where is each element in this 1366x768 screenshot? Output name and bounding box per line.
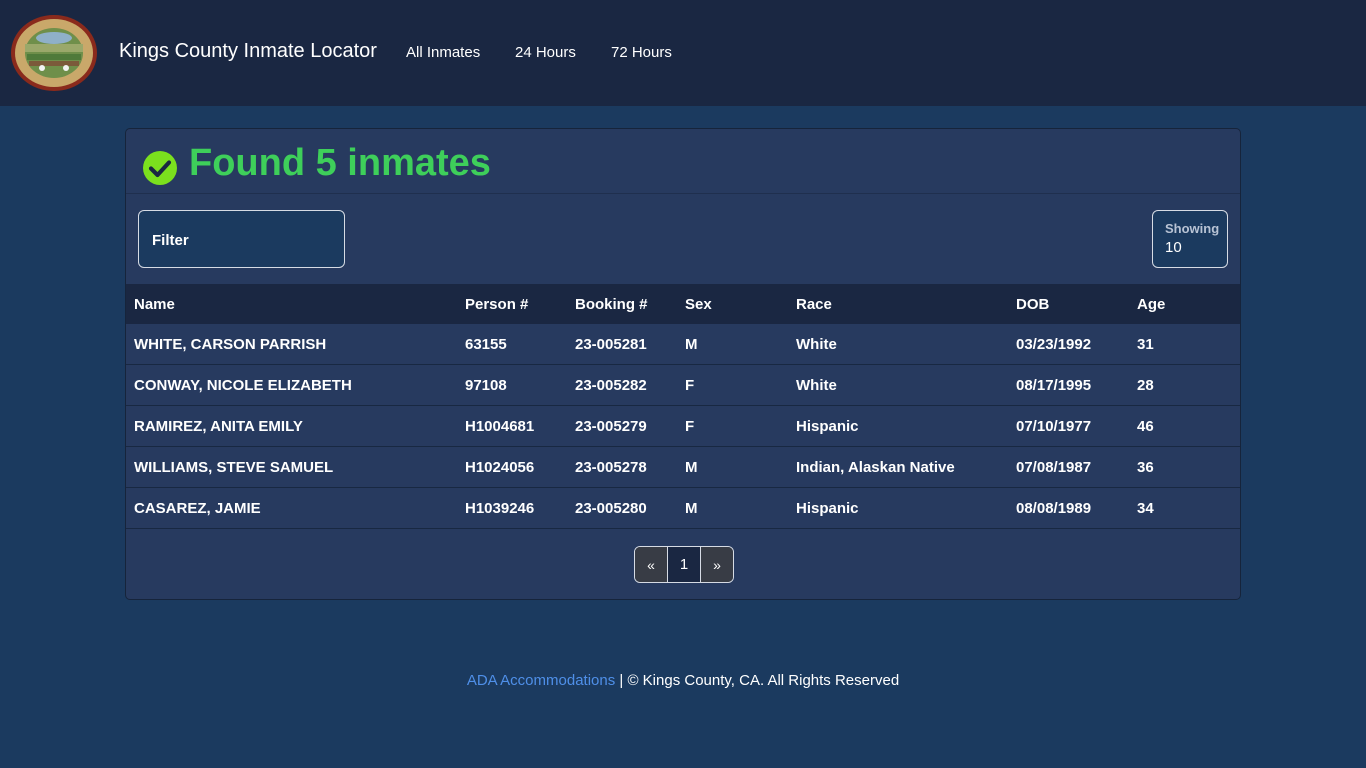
filter-label: Filter <box>152 232 189 249</box>
cell-age: 31 <box>1137 335 1154 353</box>
cell-sex: M <box>685 458 698 476</box>
cell-age: 46 <box>1137 417 1154 435</box>
table-header-row: Name Person # Booking # Sex Race DOB Age <box>126 284 1240 324</box>
copyright-text: | © Kings County, CA. All Rights Reserve… <box>615 672 900 689</box>
pagination: « 1 » <box>634 546 734 583</box>
cell-person-number: H1004681 <box>465 417 535 435</box>
county-seal-logo[interactable] <box>10 14 98 92</box>
cell-race: White <box>796 335 837 353</box>
column-header-name[interactable]: Name <box>126 284 457 324</box>
cell-age: 34 <box>1137 499 1154 517</box>
cell-race: Hispanic <box>796 499 859 517</box>
cell-race: Hispanic <box>796 417 859 435</box>
filter-input[interactable]: Filter <box>138 210 345 268</box>
page-1-button[interactable]: 1 <box>668 547 701 582</box>
cell-dob: 03/23/1992 <box>1016 335 1092 353</box>
inmates-table: Name Person # Booking # Sex Race DOB Age… <box>126 284 1240 529</box>
cell-sex: M <box>685 335 698 353</box>
column-header-booking[interactable]: Booking # <box>567 284 677 324</box>
cell-race: Indian, Alaskan Native <box>796 458 955 476</box>
site-brand[interactable]: Kings County Inmate Locator <box>119 39 377 63</box>
cell-dob: 07/10/1977 <box>1016 417 1092 435</box>
previous-page-button[interactable]: « <box>635 547 668 582</box>
column-header-age[interactable]: Age <box>1129 284 1240 324</box>
table-row[interactable]: CONWAY, NICOLE ELIZABETH 97108 23-005282… <box>126 365 1240 406</box>
cell-person-number: H1024056 <box>465 458 535 476</box>
table-row[interactable]: CASAREZ, JAMIE H1039246 23-005280 M Hisp… <box>126 488 1240 529</box>
cell-sex: F <box>685 376 695 394</box>
cell-name: WHITE, CARSON PARRISH <box>134 335 327 353</box>
cell-dob: 07/08/1987 <box>1016 458 1092 476</box>
showing-select[interactable]: Showing 10 <box>1152 210 1228 268</box>
cell-sex: M <box>685 499 698 517</box>
results-header: Found 5 inmates <box>126 129 1240 194</box>
cell-booking-number: 23-005280 <box>575 499 647 517</box>
cell-race: White <box>796 376 837 394</box>
check-circle-icon <box>143 151 177 185</box>
showing-label: Showing <box>1165 221 1220 236</box>
cell-booking-number: 23-005278 <box>575 458 647 476</box>
cell-person-number: H1039246 <box>465 499 535 517</box>
cell-age: 36 <box>1137 458 1154 476</box>
cell-dob: 08/08/1989 <box>1016 499 1092 517</box>
cell-person-number: 97108 <box>465 376 507 394</box>
cell-name: CASAREZ, JAMIE <box>134 499 261 517</box>
cell-booking-number: 23-005282 <box>575 376 647 394</box>
cell-name: RAMIREZ, ANITA EMILY <box>134 417 303 435</box>
cell-booking-number: 23-005279 <box>575 417 647 435</box>
cell-person-number: 63155 <box>465 335 507 353</box>
table-row[interactable]: WILLIAMS, STEVE SAMUEL H1024056 23-00527… <box>126 447 1240 488</box>
cell-dob: 08/17/1995 <box>1016 376 1092 394</box>
next-page-button[interactable]: » <box>701 547 733 582</box>
cell-sex: F <box>685 417 695 435</box>
nav-24-hours[interactable]: 24 Hours <box>515 44 576 62</box>
column-header-race[interactable]: Race <box>788 284 1008 324</box>
top-navbar: Kings County Inmate Locator All Inmates … <box>0 0 1366 106</box>
results-card: Found 5 inmates Filter Showing 10 Name P… <box>125 128 1241 600</box>
results-count-title: Found 5 inmates <box>189 142 491 184</box>
cell-age: 28 <box>1137 376 1154 394</box>
cell-name: WILLIAMS, STEVE SAMUEL <box>134 458 334 476</box>
table-row[interactable]: RAMIREZ, ANITA EMILY H1004681 23-005279 … <box>126 406 1240 447</box>
showing-value: 10 <box>1165 239 1182 256</box>
column-header-person[interactable]: Person # <box>457 284 567 324</box>
column-header-dob[interactable]: DOB <box>1008 284 1129 324</box>
ada-accommodations-link[interactable]: ADA Accommodations <box>467 672 615 689</box>
table-row[interactable]: WHITE, CARSON PARRISH 63155 23-005281 M … <box>126 324 1240 365</box>
nav-72-hours[interactable]: 72 Hours <box>611 44 672 62</box>
cell-name: CONWAY, NICOLE ELIZABETH <box>134 376 352 394</box>
page-footer: ADA Accommodations | © Kings County, CA.… <box>0 671 1366 691</box>
column-header-sex[interactable]: Sex <box>677 284 788 324</box>
cell-booking-number: 23-005281 <box>575 335 647 353</box>
nav-all-inmates[interactable]: All Inmates <box>406 44 480 62</box>
